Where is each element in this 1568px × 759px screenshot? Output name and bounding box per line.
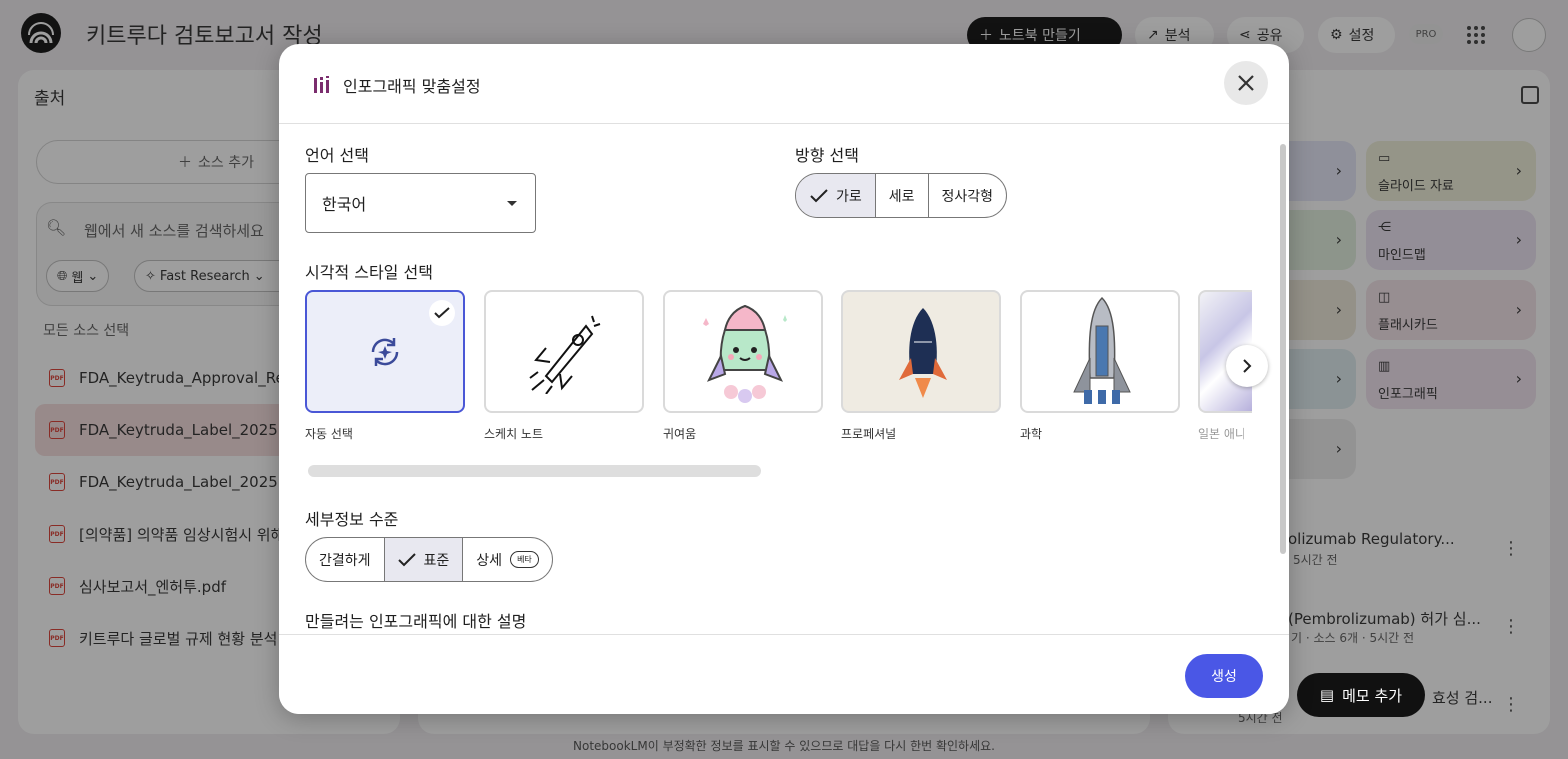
detail-segmented: 간결하게 표준 상세 베타 <box>305 537 553 582</box>
detail-detailed[interactable]: 상세 베타 <box>462 538 552 581</box>
option-label: 표준 <box>423 552 450 569</box>
style-professional-card[interactable] <box>841 290 1001 413</box>
add-note-button[interactable]: ▤ 메모 추가 <box>1297 673 1425 717</box>
orientation-square[interactable]: 정사각형 <box>927 174 1007 217</box>
infographic-settings-dialog: 인포그래픽 맞춤설정 언어 선택 한국어 방향 선택 가로 세로 정사각형 시각… <box>279 44 1289 714</box>
language-select[interactable]: 한국어 <box>305 173 536 233</box>
style-science-card[interactable] <box>1020 290 1180 413</box>
style-cute-card[interactable] <box>663 290 823 413</box>
dialog-header: 인포그래픽 맞춤설정 <box>279 44 1289 124</box>
dialog-title: 인포그래픽 맞춤설정 <box>343 77 481 96</box>
option-label: 세로 <box>888 188 915 205</box>
dropdown-arrow-icon <box>507 201 517 206</box>
close-icon <box>1238 75 1254 91</box>
cute-rocket-icon <box>703 304 787 403</box>
check-icon <box>810 188 828 202</box>
detail-label: 세부정보 수준 <box>305 510 399 529</box>
beta-badge: 베타 <box>510 551 539 568</box>
styles-next-button[interactable] <box>1226 345 1268 387</box>
check-icon <box>397 552 416 566</box>
style-label: 시각적 스타일 선택 <box>305 263 433 282</box>
check-icon <box>429 300 455 326</box>
style-sketch-card[interactable] <box>484 290 644 413</box>
option-label: 정사각형 <box>941 188 994 205</box>
dialog-scrollbar[interactable] <box>1280 144 1286 554</box>
styles-scrollbar[interactable] <box>308 465 761 477</box>
style-auto-card[interactable] <box>305 290 465 413</box>
option-label: 간결하게 <box>319 552 371 569</box>
sketch-rocket-icon <box>529 315 601 394</box>
orientation-segmented: 가로 세로 정사각형 <box>795 173 1008 218</box>
option-label: 가로 <box>836 188 862 205</box>
detail-standard[interactable]: 표준 <box>383 538 463 581</box>
style-name: 귀여움 <box>663 427 697 441</box>
detail-concise[interactable]: 간결하게 <box>306 538 384 581</box>
orientation-portrait[interactable]: 세로 <box>874 174 928 217</box>
generate-button[interactable]: 생성 <box>1185 654 1263 698</box>
science-rocket-icon <box>1073 296 1131 404</box>
description-label: 만들려는 인포그래픽에 대한 설명 <box>305 612 527 631</box>
style-name: 자동 선택 <box>305 427 353 441</box>
infographic-icon <box>314 76 329 93</box>
professional-rocket-icon <box>899 308 947 398</box>
add-note-label: 메모 추가 <box>1342 686 1403 705</box>
option-label: 상세 <box>476 552 503 569</box>
style-name: 스케치 노트 <box>484 427 544 441</box>
dialog-footer: 생성 <box>279 634 1289 714</box>
note-icon: ▤ <box>1319 686 1335 704</box>
style-name: 프로페셔널 <box>841 427 897 441</box>
style-name: 일본 애니 <box>1198 427 1244 441</box>
auto-refresh-icon <box>371 338 399 366</box>
style-name: 과학 <box>1020 427 1043 441</box>
chevron-right-icon <box>1243 359 1252 373</box>
close-button[interactable] <box>1224 61 1268 105</box>
orientation-landscape[interactable]: 가로 <box>796 174 875 217</box>
language-label: 언어 선택 <box>305 146 369 165</box>
language-value: 한국어 <box>322 195 367 214</box>
orientation-label: 방향 선택 <box>795 146 859 165</box>
